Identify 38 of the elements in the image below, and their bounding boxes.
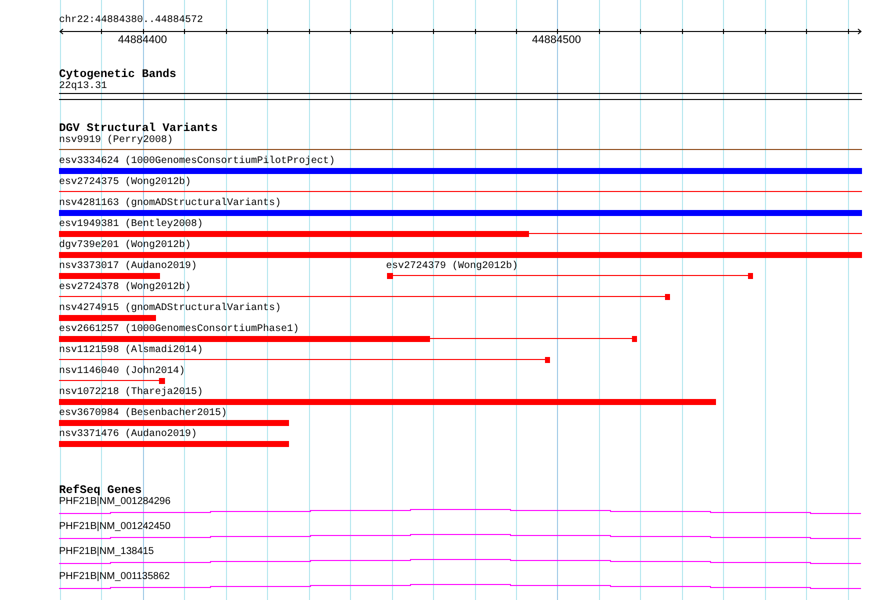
variant-span[interactable] — [59, 378, 165, 384]
tick-label: 44884500 — [532, 35, 581, 46]
variant-label: nsv1121598 (Alsmadi2014) — [59, 345, 204, 356]
variant-label: esv2724378 (Wong2012b) — [59, 282, 192, 293]
variant-label: nsv3373017 (Audano2019) — [59, 261, 198, 272]
variant-label: nsv1072218 (Thareja2015) — [59, 387, 204, 398]
track-title: RefSeq Genes — [59, 485, 142, 496]
gene-line[interactable] — [59, 509, 861, 514]
variant-span[interactable] — [59, 231, 862, 237]
gene-label: PHF21B|NM_001135862 — [59, 571, 170, 583]
variant-label: esv3334624 (1000GenomesConsortiumPilotProject) — [59, 156, 336, 167]
variant-span[interactable] — [59, 357, 550, 363]
gene-line[interactable] — [59, 534, 861, 539]
cytoband-bar[interactable] — [59, 93, 862, 100]
variant-span[interactable] — [59, 294, 670, 300]
variant-span[interactable] — [387, 273, 753, 279]
variant-span[interactable] — [59, 336, 637, 342]
variant-label: nsv4274915 (gnomADStructuralVariants) — [59, 303, 282, 314]
variant-label: esv1949381 (Bentley2008) — [59, 219, 204, 230]
track-title: DGV Structural Variants — [59, 123, 218, 134]
variant-label: dgv739e201 (Wong2012b) — [59, 240, 192, 251]
gene-line[interactable] — [59, 584, 861, 589]
variant-label: nsv1146040 (John2014) — [59, 366, 186, 377]
variant-label: esv3670984 (Besenbacher2015) — [59, 408, 228, 419]
variant-label: esv2724379 (Wong2012b) — [386, 261, 518, 272]
gene-line[interactable] — [59, 559, 861, 564]
track-title: Cytogenetic Bands — [59, 69, 176, 80]
variant-label: nsv9919 (Perry2008) — [59, 135, 174, 146]
gene-label: PHF21B|NM_001284296 — [59, 496, 171, 508]
variant-label: esv2724375 (Wong2012b) — [59, 177, 192, 188]
variant-label: nsv4281163 (gnomADStructuralVariants) — [59, 198, 282, 209]
gene-label: PHF21B|NM_138415 — [59, 546, 154, 558]
variant-label: esv2661257 (1000GenomesConsortiumPhase1) — [59, 324, 300, 335]
tick-label: 44884400 — [118, 35, 167, 46]
position-label: chr22:44884380..44884572 — [59, 15, 204, 26]
gene-label: PHF21B|NM_001242450 — [59, 521, 171, 533]
cytoband-label: 22q13.31 — [59, 81, 108, 92]
variant-label: nsv3371476 (Audano2019) — [59, 429, 198, 440]
